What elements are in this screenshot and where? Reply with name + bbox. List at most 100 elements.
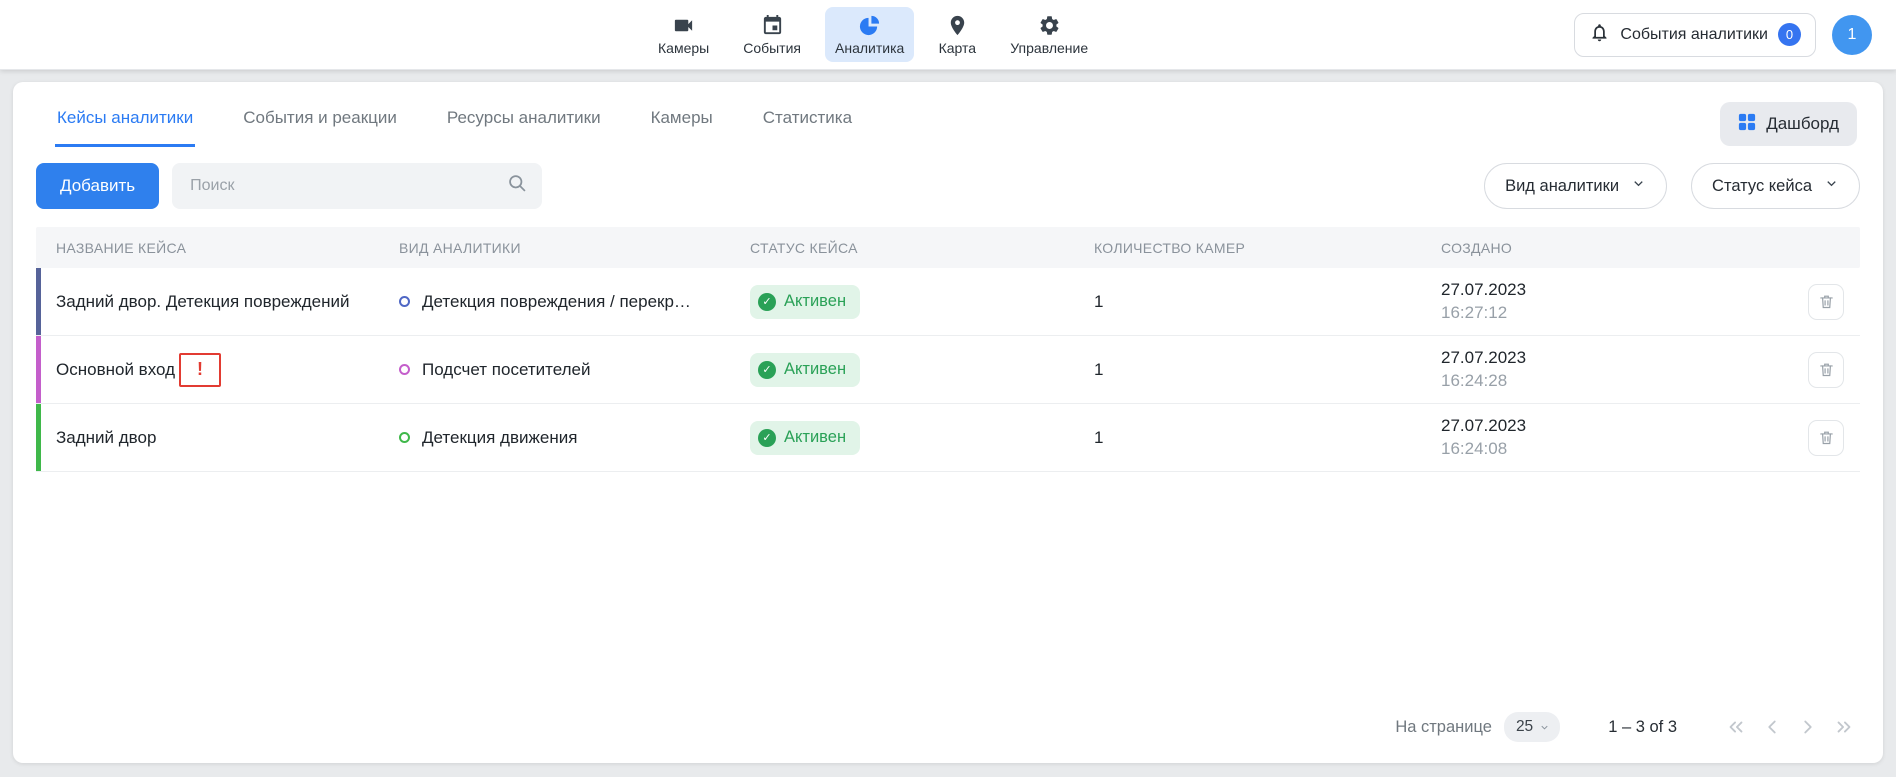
nav-item-management[interactable]: Управление [1000, 7, 1098, 62]
trash-icon [1818, 361, 1835, 378]
dashboard-button-label: Дашборд [1766, 114, 1839, 134]
case-name: Задний двор. Детекция повреждений [56, 292, 349, 312]
pagination-buttons [1721, 712, 1859, 742]
analytics-type-label: Детекция повреждения / перекр… [422, 292, 691, 312]
column-header-camera-count: КОЛИЧЕСТВО КАМЕР [1094, 240, 1441, 256]
status-badge: ✓ Активен [750, 285, 860, 319]
page-background: Кейсы аналитики События и реакции Ресурс… [0, 70, 1896, 777]
tabs-row: Кейсы аналитики События и реакции Ресурс… [13, 82, 1883, 147]
camera-count: 1 [1094, 292, 1103, 311]
add-button[interactable]: Добавить [36, 163, 159, 209]
dashboard-button[interactable]: Дашборд [1720, 102, 1857, 146]
status-badge: ✓ Активен [750, 421, 860, 455]
prev-page-button[interactable] [1757, 712, 1787, 742]
analytics-type-label: Детекция движения [422, 428, 577, 448]
analytics-card: Кейсы аналитики События и реакции Ресурс… [13, 82, 1883, 763]
delete-button[interactable] [1808, 284, 1844, 320]
analytics-type-icon [399, 296, 410, 307]
nav-item-cameras[interactable]: Камеры [648, 7, 719, 62]
status-badge: ✓ Активен [750, 353, 860, 387]
nav-label: Карта [939, 40, 976, 56]
tab-statistics[interactable]: Статистика [761, 102, 854, 147]
topbar: Камеры События Аналитика Карта Управлени… [0, 0, 1896, 70]
analytics-events-button[interactable]: События аналитики 0 [1574, 13, 1816, 57]
tab-events-reactions[interactable]: События и реакции [241, 102, 399, 147]
filter-label: Статус кейса [1712, 177, 1812, 196]
chevron-down-icon [1824, 176, 1839, 196]
trash-icon [1818, 429, 1835, 446]
filter-label: Вид аналитики [1505, 177, 1619, 196]
search-icon [507, 173, 528, 199]
tabs: Кейсы аналитики События и реакции Ресурс… [55, 102, 900, 147]
next-page-button[interactable] [1793, 712, 1823, 742]
analytics-type-filter[interactable]: Вид аналитики [1484, 163, 1667, 209]
map-pin-icon [945, 13, 969, 37]
table-body: Задний двор. Детекция повреждений Детекц… [36, 268, 1860, 472]
column-header-name: НАЗВАНИЕ КЕЙСА [56, 240, 399, 256]
warning-annotation: ! [179, 353, 221, 387]
warning-icon: ! [197, 359, 203, 380]
case-name: Основной вход [56, 360, 175, 380]
check-icon: ✓ [758, 429, 776, 447]
search-input[interactable] [188, 176, 507, 196]
page-range: 1 – 3 of 3 [1608, 718, 1677, 737]
table-row[interactable]: Задний двор. Детекция повреждений Детекц… [36, 268, 1860, 336]
delete-button[interactable] [1808, 420, 1844, 456]
tab-analytics-cases[interactable]: Кейсы аналитики [55, 102, 195, 147]
nav-label: Аналитика [835, 40, 904, 56]
first-page-button[interactable] [1721, 712, 1751, 742]
created-date: 27.07.2023 [1441, 279, 1788, 302]
user-avatar[interactable]: 1 [1832, 15, 1872, 55]
main-nav: Камеры События Аналитика Карта Управлени… [648, 0, 1098, 69]
analytics-type-icon [399, 364, 410, 375]
chevron-down-icon [1539, 722, 1550, 733]
created-time: 16:24:28 [1441, 370, 1788, 393]
cases-table: НАЗВАНИЕ КЕЙСА ВИД АНАЛИТИКИ СТАТУС КЕЙС… [36, 227, 1860, 472]
column-header-analytics-type: ВИД АНАЛИТИКИ [399, 240, 750, 256]
grid-icon [1738, 113, 1756, 136]
content-spacer [13, 472, 1883, 707]
pagination: На странице 25 1 – 3 of 3 [13, 707, 1883, 763]
tab-analytics-resources[interactable]: Ресурсы аналитики [445, 102, 603, 147]
table-header: НАЗВАНИЕ КЕЙСА ВИД АНАЛИТИКИ СТАТУС КЕЙС… [36, 227, 1860, 268]
nav-item-events[interactable]: События [733, 7, 811, 62]
check-icon: ✓ [758, 293, 776, 311]
chevron-right-icon [1797, 716, 1819, 738]
per-page-select[interactable]: 25 [1504, 712, 1560, 742]
per-page-label: На странице [1395, 718, 1492, 737]
case-name: Задний двор [56, 428, 156, 448]
video-camera-icon [672, 13, 696, 37]
nav-label: События [743, 40, 801, 56]
events-button-label: События аналитики [1620, 26, 1768, 44]
calendar-icon [760, 13, 784, 37]
delete-button[interactable] [1808, 352, 1844, 388]
analytics-type-icon [399, 432, 410, 443]
analytics-type-label: Подсчет посетителей [422, 360, 590, 380]
tab-cameras[interactable]: Камеры [649, 102, 715, 147]
check-icon: ✓ [758, 361, 776, 379]
column-header-case-status: СТАТУС КЕЙСА [750, 240, 1094, 256]
nav-item-map[interactable]: Карта [928, 7, 986, 62]
gear-icon [1037, 13, 1061, 37]
column-header-created: СОЗДАНО [1441, 240, 1788, 256]
table-row[interactable]: Основной вход ! Подсчет посетителей ✓ Ак… [36, 336, 1860, 404]
status-label: Активен [784, 360, 846, 379]
search-box[interactable] [172, 163, 542, 209]
camera-count: 1 [1094, 428, 1103, 447]
case-status-filter[interactable]: Статус кейса [1691, 163, 1860, 209]
case-color-bar [36, 336, 41, 403]
nav-item-analytics[interactable]: Аналитика [825, 7, 914, 62]
chevron-down-icon [1631, 176, 1646, 196]
camera-count: 1 [1094, 360, 1103, 379]
nav-label: Управление [1010, 40, 1088, 56]
created-date: 27.07.2023 [1441, 415, 1788, 438]
status-label: Активен [784, 292, 846, 311]
created-time: 16:24:08 [1441, 438, 1788, 461]
created-date: 27.07.2023 [1441, 347, 1788, 370]
table-row[interactable]: Задний двор Детекция движения ✓ Активен … [36, 404, 1860, 472]
per-page-value: 25 [1516, 718, 1533, 736]
double-chevron-left-icon [1725, 716, 1747, 738]
trash-icon [1818, 293, 1835, 310]
last-page-button[interactable] [1829, 712, 1859, 742]
status-label: Активен [784, 428, 846, 447]
